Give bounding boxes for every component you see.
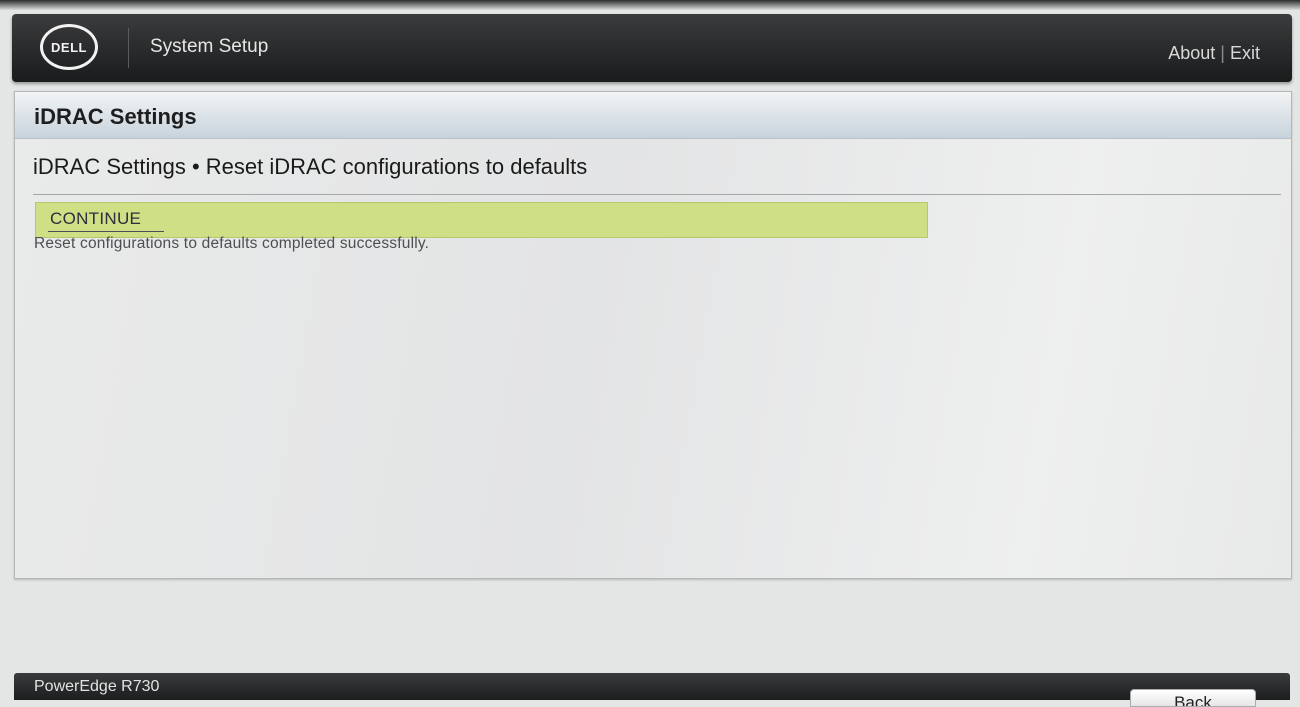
exit-link[interactable]: Exit <box>1230 43 1260 63</box>
header-divider <box>128 28 129 68</box>
divider <box>33 194 1281 195</box>
about-link[interactable]: About <box>1168 43 1215 63</box>
dell-logo-text: D⁠ELL <box>51 39 87 55</box>
page-title: iDRAC Settings <box>34 104 197 129</box>
continue-button[interactable]: CONTINUE <box>35 202 928 238</box>
continue-underline <box>48 231 164 232</box>
panel-titlebar: iDRAC Settings <box>15 92 1291 139</box>
app-title: System Setup <box>150 36 269 57</box>
header-links: About | Exit <box>1168 43 1260 64</box>
top-bar: D⁠ELL System Setup About | Exit <box>12 14 1292 82</box>
server-model: PowerEdge R730 <box>34 678 160 695</box>
back-button[interactable]: Back <box>1130 689 1256 707</box>
status-message: Reset configurations to defaults complet… <box>34 235 430 252</box>
link-separator: | <box>1220 43 1225 63</box>
dell-logo: D⁠ELL <box>40 24 98 70</box>
continue-label: CONTINUE <box>50 209 142 228</box>
settings-panel: iDRAC Settings iDRAC Settings • Reset iD… <box>14 91 1292 579</box>
screen-top-edge <box>0 0 1300 10</box>
breadcrumb: iDRAC Settings • Reset iDRAC configurati… <box>33 154 588 179</box>
bottom-bar: PowerEdge R730 Back <box>14 673 1290 707</box>
